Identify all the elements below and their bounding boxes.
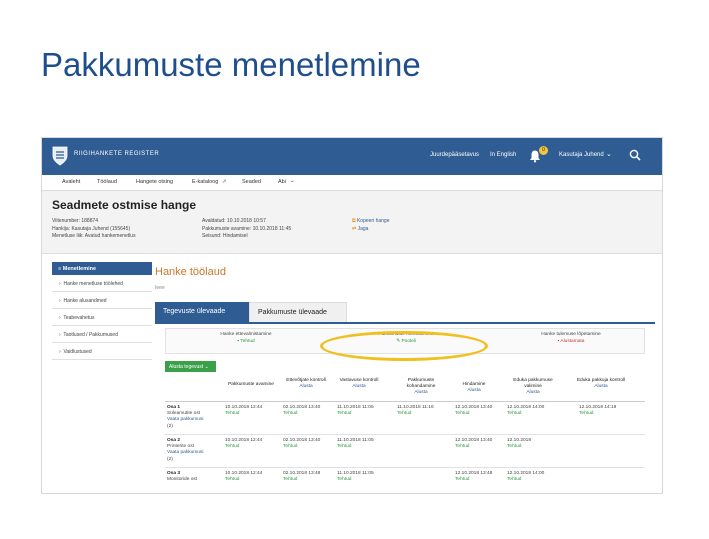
copy-procurement-link[interactable]: ⧉ Kopeeri hange bbox=[352, 218, 390, 224]
tab-activities-overview[interactable]: Tegevuste ülevaade bbox=[155, 302, 249, 322]
procedure-type: Menetluse liik: Avatud hankemenetlus bbox=[52, 233, 136, 239]
start-link[interactable]: Alusta bbox=[333, 384, 385, 390]
external-link-icon: ⇗ bbox=[222, 179, 227, 185]
sidebar-item-tenders[interactable]: › Taotlused / Pakkumused bbox=[52, 326, 152, 343]
table-cell: 11.10.2018 11:16 Tehtud bbox=[397, 405, 434, 417]
nav-procurement-search[interactable]: Hangete otsing bbox=[136, 179, 173, 185]
slide-title: Pakkumuste menetlemine bbox=[41, 46, 421, 83]
sidebar-item-communication[interactable]: › Teabevahetus bbox=[52, 309, 152, 326]
table-cell: 10.10.2018 12:44 Tehtud bbox=[225, 405, 263, 417]
lot-cell: Osa 2 Printerite ost Vaata pakkumusi (2) bbox=[167, 438, 222, 463]
table-header-row: Pakkumuste avamine Ettevõtjate kontroll A… bbox=[165, 376, 645, 402]
start-link[interactable]: Alusta bbox=[505, 390, 561, 396]
table-cell: 11.10.2018 11:05 Tehtud bbox=[337, 471, 374, 483]
procurement-title: Seadmete ostmise hange bbox=[52, 198, 197, 212]
top-bar: RIIGIHANKETE REGISTER Juurdepääsetavus I… bbox=[42, 138, 662, 175]
chevron-down-icon: ⌄ bbox=[204, 364, 209, 370]
menu-icon: ≡ bbox=[58, 266, 62, 272]
procurement-header: Seadmete ostmise hange Viitenumber: 1888… bbox=[42, 191, 662, 254]
language-link[interactable]: In English bbox=[490, 152, 516, 158]
start-link[interactable]: Alusta bbox=[573, 384, 629, 390]
nav-e-catalogue[interactable]: E-kataloog bbox=[192, 179, 218, 185]
table-cell: 02.10.2018 13:40 Tehtud bbox=[283, 405, 321, 417]
step-status: Tehtud bbox=[240, 339, 255, 344]
main-navigation: Avaleht Töölaud Hangete otsing E-kataloo… bbox=[42, 175, 662, 191]
step-completion[interactable]: Hanke tulemuse lõpetamine ▪ Alustamata bbox=[506, 332, 636, 344]
coat-of-arms-icon[interactable] bbox=[52, 146, 68, 166]
procurement-status: Seisund: Hindamisel bbox=[202, 233, 248, 239]
procurement-meta-left: Viitenumber: 188874 Hankija: Kasutaja Ju… bbox=[52, 218, 136, 241]
logo-text[interactable]: RIIGIHANKETE REGISTER bbox=[74, 151, 159, 157]
step-preparation[interactable]: Hanke ettevalmistamine ▪ Tehtud bbox=[186, 332, 306, 344]
table-cell: 10.10.2018 12:44 Tehtud bbox=[225, 438, 263, 450]
contracting-authority: Hankija: Kasutaja Juhend (155645) bbox=[52, 225, 131, 232]
table-row: Osa 1 Sülearvutite ost Vaata pakkumusi (… bbox=[165, 402, 645, 435]
tab-bar: Tegevuste ülevaade Pakkumuste ülevaade bbox=[155, 302, 655, 322]
activities-panel: Hanke ettevalmistamine ▪ Tehtud Pakkumus… bbox=[155, 322, 655, 493]
table-cell: 02.10.2018 13:40 Tehtud bbox=[283, 438, 321, 450]
table-row: Osa 2 Printerite ost Vaata pakkumusi (2)… bbox=[165, 435, 645, 468]
nav-dashboard[interactable]: Töölaud bbox=[97, 179, 117, 185]
copy-icon: ⧉ bbox=[352, 218, 356, 224]
user-menu[interactable]: Kasutaja Juhend bbox=[559, 152, 604, 158]
table-cell: 12.10.2018 13:40 Tehtud bbox=[455, 405, 493, 417]
sidebar: ≡ Menetlemine › Hanke menetluse töölehed… bbox=[52, 262, 152, 360]
share-link[interactable]: ⇄ Jaga bbox=[352, 226, 368, 232]
opening-date: Pakkumuste avamine: 10.10.2018 11:45 bbox=[202, 225, 292, 232]
col-header-opening: Pakkumuste avamine bbox=[228, 382, 274, 387]
tab-tenders-overview[interactable]: Pakkumuste ülevaade bbox=[249, 302, 347, 322]
chevron-right-icon: › bbox=[59, 298, 61, 304]
accessibility-link[interactable]: Juurdepääsetavus bbox=[430, 152, 479, 158]
chevron-right-icon: › bbox=[59, 332, 61, 338]
col-header-qualification: Ettevõtjate kontroll Alusta bbox=[280, 378, 332, 390]
search-icon[interactable] bbox=[629, 149, 641, 161]
nav-home[interactable]: Avaleht bbox=[62, 179, 80, 185]
share-icon: ⇄ bbox=[352, 226, 357, 232]
table-cell: 12.10.2018 14:00 Tehtud bbox=[507, 405, 545, 417]
table-row: Osa 3 Monitoride ost 10.10.2018 12:44 Teh… bbox=[165, 468, 645, 493]
sidebar-item-base-data[interactable]: › Hanke alusandmed bbox=[52, 292, 152, 309]
highlight-annotation bbox=[320, 331, 488, 361]
screenshot-frame: RIIGIHANKETE REGISTER Juurdepääsetavus I… bbox=[41, 137, 663, 494]
chevron-down-icon[interactable]: ⌄ bbox=[606, 150, 612, 158]
lot-cell: Osa 1 Sülearvutite ost Vaata pakkumusi (… bbox=[167, 405, 222, 430]
table-cell: 12.10.2018 Tehtud bbox=[507, 438, 532, 450]
col-header-evaluation: Hindamine Alusta bbox=[453, 382, 495, 394]
table-cell: 12.10.2018 13:40 Tehtud bbox=[455, 438, 493, 450]
table-cell: 11.10.2018 11:05 Tehtud bbox=[337, 438, 374, 450]
chevron-down-icon[interactable]: ⌄ bbox=[290, 178, 295, 184]
col-header-selection: Eduka pakkumuse valimine Alusta bbox=[505, 378, 561, 396]
start-link[interactable]: Alusta bbox=[393, 390, 449, 396]
col-header-adjustment: Pakkumuste kohandamine Alusta bbox=[393, 378, 449, 396]
nav-help[interactable]: Abi bbox=[278, 179, 286, 185]
table-cell: 11.10.2018 11:05 Tehtud bbox=[337, 405, 374, 417]
notification-badge: 0 bbox=[539, 146, 548, 155]
table-cell: 12.10.2018 14:00 Tehtud bbox=[507, 471, 545, 483]
step-status: Alustamata bbox=[560, 339, 585, 344]
reference-number: Viitenumber: 188874 bbox=[52, 218, 99, 224]
col-header-compliance: Vastavuse kontroll Alusta bbox=[333, 378, 385, 390]
col-header-winner-check: Eduka pakkuja kontroll Alusta bbox=[573, 378, 629, 390]
published-date: Avaldatud: 10.10.2018 10:57 bbox=[202, 218, 266, 224]
chevron-right-icon: › bbox=[59, 281, 61, 287]
nav-settings[interactable]: Seaded bbox=[242, 179, 261, 185]
table-cell: 10.10.2018 12:44 Tehtud bbox=[225, 471, 263, 483]
chevron-right-icon: › bbox=[59, 315, 61, 321]
sidebar-header[interactable]: ≡ Menetlemine bbox=[52, 262, 152, 275]
sidebar-item-disputes[interactable]: › Vaidlustused bbox=[52, 343, 152, 360]
procurement-meta-mid: Avaldatud: 10.10.2018 10:57 Pakkumuste a… bbox=[202, 218, 291, 241]
chevron-right-icon: › bbox=[59, 349, 61, 355]
start-link[interactable]: Alusta bbox=[280, 384, 332, 390]
start-link[interactable]: Alusta bbox=[453, 388, 495, 394]
start-activity-button[interactable]: Alusta tegevust ⌄ bbox=[165, 361, 216, 372]
breadcrumb[interactable]: Ieee bbox=[155, 285, 165, 291]
sidebar-item-worksheets[interactable]: › Hanke menetluse töölehed bbox=[52, 275, 152, 292]
table-cell: 02.10.2018 13:48 Tehtud bbox=[283, 471, 321, 483]
table-cell: 12.10.2018 13:48 Tehtud bbox=[455, 471, 493, 483]
table-cell: 12.10.2018 14:19 Tehtud bbox=[579, 405, 617, 417]
lock-icon: ▪ bbox=[237, 339, 240, 344]
activities-table: Pakkumuste avamine Ettevõtjate kontroll A… bbox=[165, 376, 645, 493]
page-title: Hanke töölaud bbox=[155, 266, 226, 278]
lot-cell: Osa 3 Monitoride ost bbox=[167, 471, 198, 483]
